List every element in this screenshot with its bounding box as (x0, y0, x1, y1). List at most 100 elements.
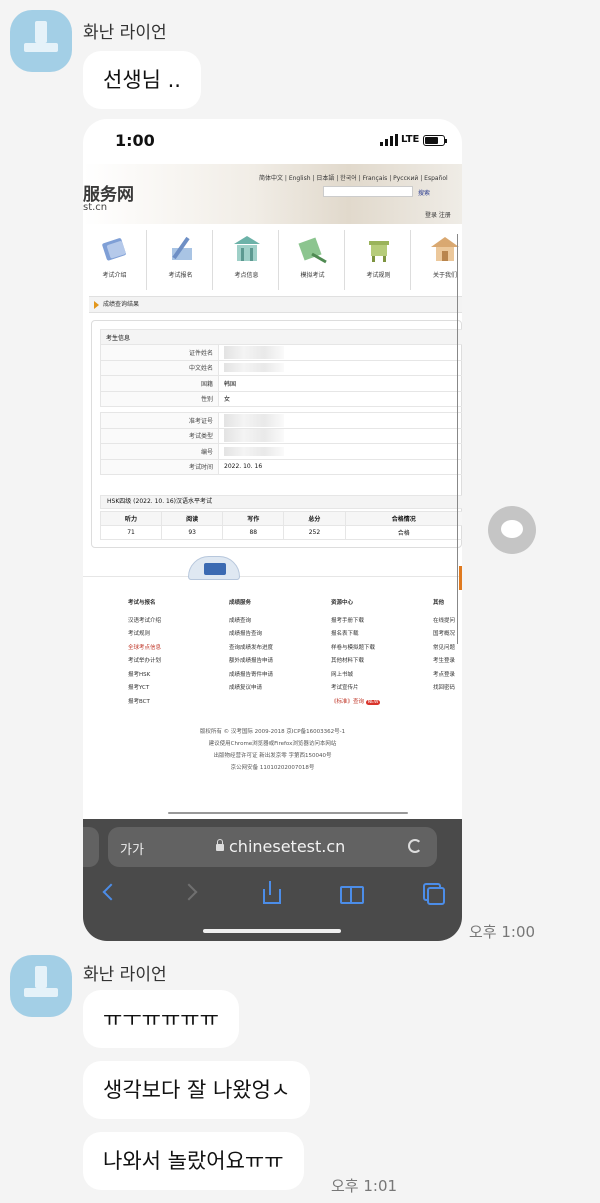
footer-link[interactable]: 报考YCT (128, 683, 161, 697)
footer-link[interactable]: 在线提问 (433, 616, 455, 630)
nav-registration[interactable]: 考试报名 (149, 230, 213, 290)
score-cell: 88 (222, 525, 285, 540)
score-table: 听力 阅读 写作 总分 合格情况 71 93 88 252 合格 (99, 511, 462, 540)
footer-link[interactable]: 找回密码 (433, 683, 455, 697)
score-header: 阅读 (161, 511, 224, 526)
footer-col-resources: 资源中心 报考手册下载 报名表下载 样卷与模拟题下载 其他材料下载 网上书城 考… (331, 598, 381, 711)
site-search-button[interactable]: 搜索 (418, 188, 430, 197)
score-cell: 252 (283, 525, 346, 540)
forward-icon[interactable] (179, 881, 203, 905)
nav-about-us[interactable]: 关于我们 (413, 230, 462, 290)
footer-link[interactable]: 考点登录 (433, 670, 455, 684)
sender-name: 화난 라이언 (83, 965, 167, 985)
url-text: chinesetest.cn (229, 837, 346, 856)
battery-icon (423, 135, 447, 146)
footer-link[interactable]: 考试宣传片 (331, 683, 380, 697)
message-bubble[interactable]: ㅠㅜㅠㅠㅠㅠ (83, 990, 239, 1048)
address-bar[interactable]: 가가 chinesetest.cn (108, 827, 437, 867)
site-domain: st.cn (83, 202, 108, 213)
footer-link[interactable]: 成绩报告寄件申请 (229, 670, 273, 684)
score-title: HSK四级 (2022. 10. 16)汉语水平考试 (100, 495, 462, 509)
message-bubble[interactable]: 나와서 놀랐어요ㅠㅠ (83, 1132, 304, 1190)
sender-name: 화난 라이언 (83, 23, 167, 43)
footer-link[interactable]: 常见问题 (433, 643, 455, 657)
side-tab[interactable] (459, 566, 462, 590)
previous-tab[interactable] (83, 827, 99, 867)
footer-col-other: 其他 在线提问 国考概况 常见问题 考生登录 考点登录 找回密码 (433, 598, 455, 697)
redacted-value (218, 443, 462, 460)
footer-link[interactable]: 样卷与模拟题下载 (331, 643, 380, 657)
footer-link[interactable]: 报考BCT (128, 697, 161, 711)
footer-link[interactable]: 《标准》查询 NEW (331, 697, 381, 711)
footer-link[interactable]: 国考概况 (433, 629, 455, 643)
score-cell: 合格 (344, 525, 462, 540)
gender-value: 女 (218, 390, 462, 407)
nav-test-centers[interactable]: 考点信息 (215, 230, 279, 290)
copyright-line: 建议使用Chrome浏览器或Firefox浏览器访问本网站 (208, 741, 337, 747)
score-header: 写作 (222, 511, 285, 526)
footer-col-scores: 成绩服务 成绩查询 成绩报告查询 查询成绩发布进度 额外成绩报告申请 成绩报告寄… (229, 598, 273, 697)
site-search-input[interactable] (323, 186, 413, 197)
share-message-icon[interactable] (488, 506, 536, 554)
books-icon (100, 234, 130, 264)
sender-avatar[interactable] (10, 10, 72, 72)
footer-link[interactable]: 额外成绩报告申请 (229, 656, 273, 670)
bookmarks-icon[interactable] (339, 881, 364, 905)
back-icon[interactable] (97, 881, 121, 905)
nationality-value: 韩国 (218, 375, 462, 392)
footer-col-exams: 考试与报名 汉语考试介绍 考试规则 全球考点信息 考试举办计划 报考HSK 报考… (128, 598, 161, 710)
message-time: 오후 1:01 (331, 1177, 398, 1195)
footer-link[interactable]: 成绩查询 (229, 616, 273, 630)
pen-icon (166, 234, 196, 264)
lock-icon (216, 839, 224, 851)
redacted-value (218, 412, 462, 429)
tabs-icon[interactable] (419, 881, 445, 905)
footer-link[interactable]: 报考手册下载 (331, 616, 380, 630)
footer-link[interactable]: 报考HSK (128, 670, 161, 684)
footer-link[interactable]: 成绩报告查询 (229, 629, 273, 643)
site-emblem-icon (188, 556, 240, 580)
footer-link[interactable]: 网上书城 (331, 670, 380, 684)
home-indicator (203, 929, 341, 933)
nav-exam-intro[interactable]: 考试介绍 (83, 230, 147, 290)
redacted-value (218, 359, 462, 376)
redacted-value (218, 344, 462, 361)
score-cell: 93 (161, 525, 224, 540)
nav-exam-rules[interactable]: 考试规则 (347, 230, 411, 290)
login-links[interactable]: 登录 注册 (425, 210, 451, 219)
horizontal-scroll-indicator (168, 812, 408, 814)
copyright-line: 版权所有 © 汉考国际 2009-2018 京ICP备16003362号-1 (199, 729, 346, 735)
browser-toolbar: 가가 chinesetest.cn (83, 819, 462, 941)
chat-screen: 화난 라이언 선생님 .. 1:00 LTE 服务网 st.cn 简体中文 | … (0, 0, 600, 1203)
status-time: 1:00 (115, 131, 155, 150)
footer-link[interactable]: 查询成绩发布进度 (229, 643, 273, 657)
footer-link[interactable]: 全球考点信息 (128, 643, 161, 657)
pavilion-icon (430, 234, 460, 264)
footer-link[interactable]: 考试规则 (128, 629, 161, 643)
score-cell: 71 (99, 525, 163, 540)
footer-link[interactable]: 报名表下载 (331, 629, 380, 643)
page-scrollbar[interactable] (457, 234, 458, 644)
brush-icon (297, 234, 328, 264)
sender-avatar[interactable] (10, 955, 72, 1017)
webpage: 服务网 st.cn 简体中文 | English | 日本語 | 한국어 | F… (83, 164, 462, 819)
exam-date-value: 2022. 10. 16 (218, 458, 462, 475)
footer-link[interactable]: 汉语考试介绍 (128, 616, 161, 630)
reload-icon[interactable] (408, 839, 422, 853)
candidate-info-table: 考生信息 证件姓名 中文姓名 国籍 韩国 性别女 准考证号 考试类型 编号 考试时… (100, 329, 462, 475)
nav-mock-test[interactable]: 模拟考试 (281, 230, 345, 290)
image-attachment[interactable]: 1:00 LTE 服务网 st.cn 简体中文 | English | 日本語 … (83, 119, 462, 941)
text-size-button[interactable]: 가가 (120, 839, 144, 858)
footer-link[interactable]: 考试举办计划 (128, 656, 161, 670)
info-header: 考生信息 (100, 329, 462, 345)
share-icon[interactable] (259, 881, 283, 905)
footer-link[interactable]: 考生登录 (433, 656, 455, 670)
building-icon (232, 234, 262, 264)
score-header: 听力 (99, 511, 163, 526)
message-time: 오후 1:00 (469, 923, 536, 941)
message-bubble[interactable]: 생각보다 잘 나왔엉ㅅ (83, 1061, 311, 1119)
message-bubble[interactable]: 선생님 .. (83, 51, 201, 109)
footer-link[interactable]: 其他材料下载 (331, 656, 380, 670)
footer-link[interactable]: 成绩复议申请 (229, 683, 273, 697)
language-links[interactable]: 简体中文 | English | 日本語 | 한국어 | Français | … (259, 173, 448, 182)
